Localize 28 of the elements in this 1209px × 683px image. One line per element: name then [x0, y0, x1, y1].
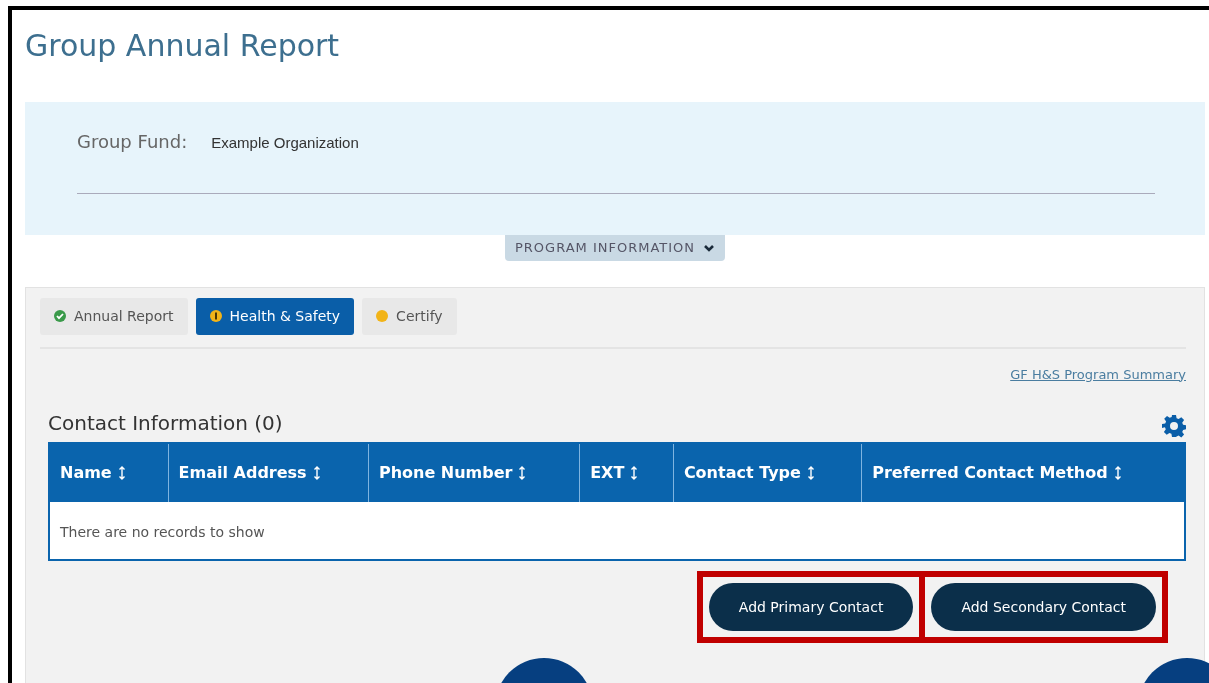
field-label: Group Fund: [77, 130, 188, 154]
page-title: Group Annual Report [25, 28, 341, 64]
settings-icon[interactable] [1162, 414, 1186, 438]
sort-icon [117, 466, 126, 480]
sort-icon [518, 466, 527, 480]
column-header[interactable]: EXT [580, 444, 674, 502]
warning-icon [209, 310, 222, 322]
column-header[interactable]: Name [50, 444, 169, 502]
tab[interactable]: Annual Report [40, 297, 188, 335]
field-value: Example Organization [211, 133, 359, 153]
add-contact-button[interactable]: Add Secondary Contact [931, 583, 1156, 631]
sort-icon [1113, 466, 1122, 480]
section-toggle[interactable]: PROGRAM INFORMATION [504, 235, 726, 261]
check-icon [54, 310, 66, 322]
sort-icon [806, 466, 815, 480]
sort-icon [630, 466, 639, 480]
add-contact-button[interactable]: Add Primary Contact [708, 583, 914, 631]
column-header[interactable]: Contact Type [673, 444, 863, 502]
tab[interactable]: Health & Safety [195, 297, 355, 335]
section-title: Contact Information (0) [48, 410, 283, 437]
status-dot-icon [376, 310, 389, 322]
column-header[interactable]: Phone Number [368, 444, 581, 502]
column-header[interactable]: Email Address [168, 444, 369, 502]
summary-link[interactable]: GF H&S Program Summary [1010, 364, 1186, 384]
column-header[interactable]: Preferred Contact Method [862, 444, 1184, 502]
sort-icon [312, 466, 321, 480]
tab[interactable]: Certify [362, 297, 457, 335]
empty-message: There are no records to show [59, 523, 266, 542]
